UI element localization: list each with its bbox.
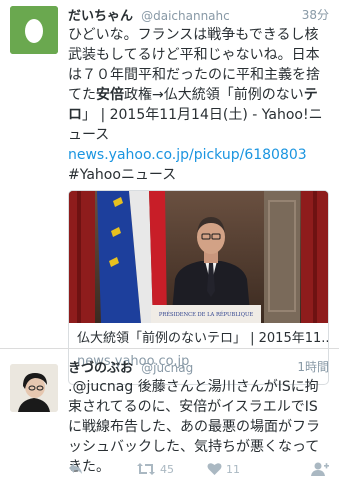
hashtag-link[interactable]: #Yahooニュース	[68, 167, 176, 183]
like-button[interactable]: 11	[207, 462, 240, 476]
card-title[interactable]: 仏大統領「前例のないテロ」 | 2015年11...	[69, 323, 328, 347]
podium-text: PRÉSIDENCE DE LA RÉPUBLIQUE	[159, 310, 254, 318]
display-name[interactable]: きづのぶお	[68, 361, 133, 376]
tweet-text-segment: 政権→仏大統領「前例のない	[124, 87, 304, 103]
follow-button[interactable]	[311, 462, 329, 476]
user-handle[interactable]: @daichannahc	[141, 9, 230, 23]
retweet-count: 45	[160, 462, 174, 476]
tweet-actions: 45 11	[68, 462, 329, 480]
user-avatar[interactable]	[10, 364, 58, 412]
like-count: 11	[226, 462, 240, 476]
president-photo: PRÉSIDENCE DE LA RÉPUBLIQUE	[69, 191, 328, 323]
reply-icon	[69, 463, 82, 474]
display-name[interactable]: だいちゃん	[68, 9, 133, 24]
highlighted-term: 安倍	[96, 87, 124, 103]
tweet-link[interactable]: news.yahoo.co.jp/pickup/6180803	[68, 147, 307, 163]
timestamp[interactable]: 1時間	[297, 358, 329, 375]
timestamp[interactable]: 38分	[302, 6, 329, 23]
tweet-text: ひどいな。フランスは戦争もできるし核武装もしてるけど平和じゃないね。日本は７０年…	[68, 25, 329, 185]
card-image: PRÉSIDENCE DE LA RÉPUBLIQUE	[69, 191, 328, 323]
tweet-text-segment: 」 | 2015年11月14日(土) - Yahoo!ニュース	[68, 107, 323, 143]
retweet-icon	[137, 463, 155, 475]
tweet[interactable]: きづのぶお @jucnag 1時間 .@jucnag 後藤さんと湯川さんがISに…	[0, 348, 339, 493]
user-handle[interactable]: @jucnag	[141, 361, 193, 375]
tweet-header: きづのぶお @jucnag 1時間	[68, 357, 329, 377]
tweet-header: だいちゃん @daichannahc 38分	[68, 5, 329, 25]
retweet-button[interactable]: 45	[136, 462, 174, 476]
heart-icon	[207, 463, 222, 475]
tweet[interactable]: だいちゃん @daichannahc 38分 ひどいな。フランスは戦争もできるし…	[0, 0, 339, 385]
egg-avatar-icon[interactable]	[10, 6, 58, 54]
reply-button[interactable]	[68, 462, 84, 476]
follow-icon	[311, 462, 329, 476]
